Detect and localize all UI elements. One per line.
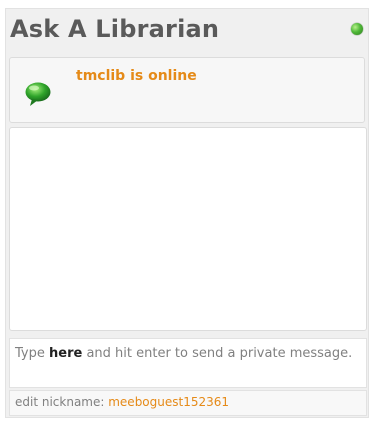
chat-message-area[interactable]: [9, 127, 367, 331]
input-hint-here: here: [49, 346, 83, 361]
chat-bubble-icon: [25, 82, 51, 106]
online-indicator-icon: [351, 23, 363, 35]
nickname-edit-link[interactable]: meeboguest152361: [108, 395, 229, 409]
online-status-text: tmclib is online: [76, 68, 197, 84]
nickname-label: edit nickname:: [15, 395, 109, 409]
input-hint-prefix: Type: [15, 346, 49, 361]
chat-widget: Ask A Librarian tmclib is online Type he…: [5, 8, 369, 418]
message-input[interactable]: Type here and hit enter to send a privat…: [9, 338, 367, 388]
widget-title: Ask A Librarian: [10, 15, 220, 43]
nickname-row: edit nickname: meeboguest152361: [9, 390, 367, 416]
librarian-status-panel: tmclib is online: [9, 57, 365, 123]
input-hint-suffix: and hit enter to send a private message.: [82, 346, 353, 361]
widget-header: Ask A Librarian: [6, 9, 368, 49]
